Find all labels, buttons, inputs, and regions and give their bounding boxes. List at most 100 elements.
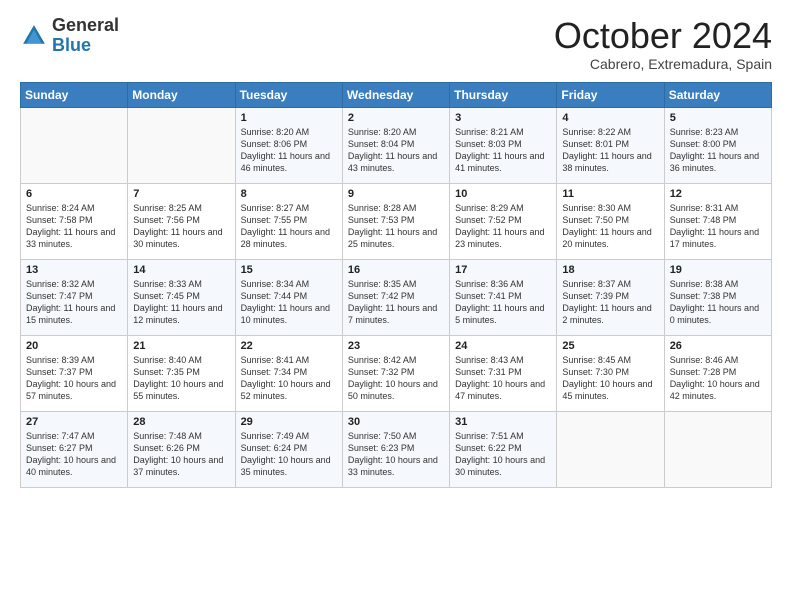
day-header-sunday: Sunday — [21, 82, 128, 107]
calendar-cell: 30 Sunrise: 7:50 AM Sunset: 6:23 PM Dayli… — [342, 411, 449, 487]
week-row-2: 6Sunrise: 8:24 AM Sunset: 7:58 PM Daylig… — [21, 183, 772, 259]
calendar-cell: 27 Sunrise: 7:47 AM Sunset: 6:27 PM Dayli… — [21, 411, 128, 487]
day-header-saturday: Saturday — [664, 82, 771, 107]
cell-info: Sunrise: 7:50 AM Sunset: 6:23 PM Dayligh… — [348, 430, 444, 479]
calendar-cell: 5 Sunrise: 8:23 AM Sunset: 8:00 PM Daylig… — [664, 107, 771, 183]
month-title: October 2024 — [554, 16, 772, 56]
calendar-cell — [128, 107, 235, 183]
calendar-table: SundayMondayTuesdayWednesdayThursdayFrid… — [20, 82, 772, 488]
title-block: October 2024 Cabrero, Extremadura, Spain — [554, 16, 772, 72]
cell-info: Sunrise: 8:22 AM Sunset: 8:01 PM Dayligh… — [562, 126, 658, 175]
calendar-cell: 21 Sunrise: 8:40 AM Sunset: 7:35 PM Dayli… — [128, 335, 235, 411]
cell-info: Sunrise: 7:49 AM Sunset: 6:24 PM Dayligh… — [241, 430, 337, 479]
calendar-cell: 8 Sunrise: 8:27 AM Sunset: 7:55 PM Daylig… — [235, 183, 342, 259]
cell-info: Sunrise: 8:29 AM Sunset: 7:52 PM Dayligh… — [455, 202, 551, 251]
day-number: 3 — [455, 112, 551, 124]
logo-blue: Blue — [52, 36, 119, 56]
day-number: 14 — [133, 264, 229, 276]
header: General Blue October 2024 Cabrero, Extre… — [20, 16, 772, 72]
calendar-header: SundayMondayTuesdayWednesdayThursdayFrid… — [21, 82, 772, 107]
day-number: 27 — [26, 416, 122, 428]
week-row-4: 20Sunrise: 8:39 AM Sunset: 7:37 PM Dayli… — [21, 335, 772, 411]
week-row-1: 1 Sunrise: 8:20 AM Sunset: 8:06 PM Daylig… — [21, 107, 772, 183]
calendar-cell: 9Sunrise: 8:28 AM Sunset: 7:53 PM Daylig… — [342, 183, 449, 259]
calendar-cell: 22Sunrise: 8:41 AM Sunset: 7:34 PM Dayli… — [235, 335, 342, 411]
cell-info: Sunrise: 7:51 AM Sunset: 6:22 PM Dayligh… — [455, 430, 551, 479]
cell-info: Sunrise: 8:25 AM Sunset: 7:56 PM Dayligh… — [133, 202, 229, 251]
cell-info: Sunrise: 8:34 AM Sunset: 7:44 PM Dayligh… — [241, 278, 337, 327]
calendar-cell: 3 Sunrise: 8:21 AM Sunset: 8:03 PM Daylig… — [450, 107, 557, 183]
calendar-cell: 18 Sunrise: 8:37 AM Sunset: 7:39 PM Dayli… — [557, 259, 664, 335]
calendar-cell: 24Sunrise: 8:43 AM Sunset: 7:31 PM Dayli… — [450, 335, 557, 411]
cell-info: Sunrise: 8:40 AM Sunset: 7:35 PM Dayligh… — [133, 354, 229, 403]
calendar-cell: 29 Sunrise: 7:49 AM Sunset: 6:24 PM Dayli… — [235, 411, 342, 487]
header-row: SundayMondayTuesdayWednesdayThursdayFrid… — [21, 82, 772, 107]
day-number: 12 — [670, 188, 766, 200]
logo-general: General — [52, 16, 119, 36]
cell-info: Sunrise: 8:20 AM Sunset: 8:04 PM Dayligh… — [348, 126, 444, 175]
calendar-cell — [557, 411, 664, 487]
day-number: 26 — [670, 340, 766, 352]
calendar-cell: 17Sunrise: 8:36 AM Sunset: 7:41 PM Dayli… — [450, 259, 557, 335]
cell-info: Sunrise: 8:37 AM Sunset: 7:39 PM Dayligh… — [562, 278, 658, 327]
cell-info: Sunrise: 8:42 AM Sunset: 7:32 PM Dayligh… — [348, 354, 444, 403]
calendar-cell: 16Sunrise: 8:35 AM Sunset: 7:42 PM Dayli… — [342, 259, 449, 335]
calendar-cell — [21, 107, 128, 183]
calendar-cell: 1 Sunrise: 8:20 AM Sunset: 8:06 PM Daylig… — [235, 107, 342, 183]
calendar-cell: 19Sunrise: 8:38 AM Sunset: 7:38 PM Dayli… — [664, 259, 771, 335]
calendar-cell: 13 Sunrise: 8:32 AM Sunset: 7:47 PM Dayli… — [21, 259, 128, 335]
calendar-cell: 14 Sunrise: 8:33 AM Sunset: 7:45 PM Dayli… — [128, 259, 235, 335]
day-header-thursday: Thursday — [450, 82, 557, 107]
calendar-cell: 6Sunrise: 8:24 AM Sunset: 7:58 PM Daylig… — [21, 183, 128, 259]
cell-info: Sunrise: 8:27 AM Sunset: 7:55 PM Dayligh… — [241, 202, 337, 251]
location-subtitle: Cabrero, Extremadura, Spain — [554, 56, 772, 72]
day-header-friday: Friday — [557, 82, 664, 107]
logo: General Blue — [20, 16, 119, 56]
day-header-tuesday: Tuesday — [235, 82, 342, 107]
day-number: 4 — [562, 112, 658, 124]
cell-info: Sunrise: 8:33 AM Sunset: 7:45 PM Dayligh… — [133, 278, 229, 327]
day-number: 29 — [241, 416, 337, 428]
day-number: 18 — [562, 264, 658, 276]
calendar-cell: 28 Sunrise: 7:48 AM Sunset: 6:26 PM Dayli… — [128, 411, 235, 487]
calendar-cell: 23Sunrise: 8:42 AM Sunset: 7:32 PM Dayli… — [342, 335, 449, 411]
cell-info: Sunrise: 7:48 AM Sunset: 6:26 PM Dayligh… — [133, 430, 229, 479]
calendar-cell: 10Sunrise: 8:29 AM Sunset: 7:52 PM Dayli… — [450, 183, 557, 259]
cell-info: Sunrise: 8:32 AM Sunset: 7:47 PM Dayligh… — [26, 278, 122, 327]
day-number: 28 — [133, 416, 229, 428]
cell-info: Sunrise: 8:23 AM Sunset: 8:00 PM Dayligh… — [670, 126, 766, 175]
day-number: 17 — [455, 264, 551, 276]
calendar-cell: 15Sunrise: 8:34 AM Sunset: 7:44 PM Dayli… — [235, 259, 342, 335]
calendar-cell: 11Sunrise: 8:30 AM Sunset: 7:50 PM Dayli… — [557, 183, 664, 259]
calendar-cell: 4 Sunrise: 8:22 AM Sunset: 8:01 PM Daylig… — [557, 107, 664, 183]
cell-info: Sunrise: 8:38 AM Sunset: 7:38 PM Dayligh… — [670, 278, 766, 327]
cell-info: Sunrise: 7:47 AM Sunset: 6:27 PM Dayligh… — [26, 430, 122, 479]
logo-text: General Blue — [52, 16, 119, 56]
calendar-cell: 12 Sunrise: 8:31 AM Sunset: 7:48 PM Dayli… — [664, 183, 771, 259]
day-number: 1 — [241, 112, 337, 124]
page: General Blue October 2024 Cabrero, Extre… — [0, 0, 792, 612]
day-number: 13 — [26, 264, 122, 276]
cell-info: Sunrise: 8:20 AM Sunset: 8:06 PM Dayligh… — [241, 126, 337, 175]
day-number: 8 — [241, 188, 337, 200]
calendar-cell: 20Sunrise: 8:39 AM Sunset: 7:37 PM Dayli… — [21, 335, 128, 411]
calendar-body: 1 Sunrise: 8:20 AM Sunset: 8:06 PM Daylig… — [21, 107, 772, 487]
cell-info: Sunrise: 8:43 AM Sunset: 7:31 PM Dayligh… — [455, 354, 551, 403]
cell-info: Sunrise: 8:35 AM Sunset: 7:42 PM Dayligh… — [348, 278, 444, 327]
day-number: 30 — [348, 416, 444, 428]
calendar-cell: 2 Sunrise: 8:20 AM Sunset: 8:04 PM Daylig… — [342, 107, 449, 183]
week-row-5: 27 Sunrise: 7:47 AM Sunset: 6:27 PM Dayli… — [21, 411, 772, 487]
calendar-cell: 25Sunrise: 8:45 AM Sunset: 7:30 PM Dayli… — [557, 335, 664, 411]
cell-info: Sunrise: 8:21 AM Sunset: 8:03 PM Dayligh… — [455, 126, 551, 175]
calendar-cell — [664, 411, 771, 487]
week-row-3: 13 Sunrise: 8:32 AM Sunset: 7:47 PM Dayli… — [21, 259, 772, 335]
logo-icon — [20, 22, 48, 50]
cell-info: Sunrise: 8:31 AM Sunset: 7:48 PM Dayligh… — [670, 202, 766, 251]
day-number: 5 — [670, 112, 766, 124]
day-number: 7 — [133, 188, 229, 200]
calendar-cell: 26Sunrise: 8:46 AM Sunset: 7:28 PM Dayli… — [664, 335, 771, 411]
day-number: 21 — [133, 340, 229, 352]
day-number: 2 — [348, 112, 444, 124]
day-number: 22 — [241, 340, 337, 352]
day-header-wednesday: Wednesday — [342, 82, 449, 107]
